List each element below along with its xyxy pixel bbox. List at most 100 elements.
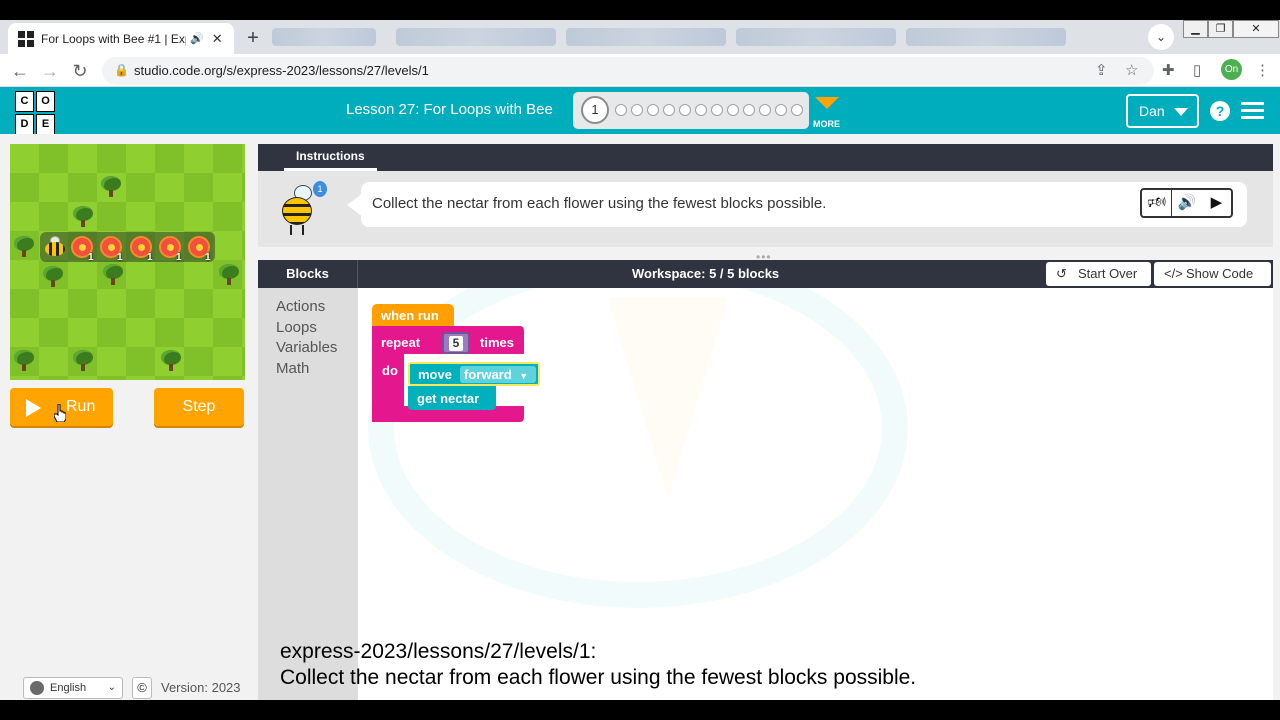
blocks-toolbox: Actions Loops Variables Math (258, 288, 358, 700)
help-button[interactable]: ? (1210, 101, 1230, 121)
code-org-logo[interactable]: C O D E (15, 91, 55, 135)
repeat-label: repeat (381, 335, 421, 350)
flower-nectar-count: 1 (205, 252, 211, 263)
tree-icon (218, 264, 240, 286)
level-dot[interactable] (679, 104, 691, 116)
reload-icon[interactable]: ↻ (68, 59, 92, 83)
speaker-icon[interactable]: 🔊 (1172, 190, 1201, 216)
dropdown-triangle-icon: ▼ (519, 371, 529, 381)
user-menu-button[interactable]: Dan (1126, 94, 1199, 128)
lesson-title[interactable]: Lesson 27: For Loops with Bee (346, 101, 553, 118)
tree-icon (102, 264, 124, 286)
show-code-button[interactable]: </> Show Code (1154, 262, 1271, 286)
hint-lightbulb-badge[interactable]: 1 (313, 181, 327, 197)
times-label: times (480, 335, 514, 350)
level-main-area: 1 1 1 1 1 Run Step English ⌄ © Version: … (0, 134, 1280, 700)
tab-instructions[interactable]: Instructions (284, 144, 377, 171)
direction-dropdown[interactable]: forward ▼ (460, 366, 536, 383)
browser-tab-blurred[interactable] (906, 28, 1066, 46)
when-run-label: when run (381, 308, 439, 323)
get-nectar-label: get nectar (417, 391, 480, 406)
more-chevron-icon[interactable] (815, 97, 839, 109)
new-tab-button[interactable]: + (240, 26, 266, 52)
bookmark-star-icon[interactable]: ☆ (1125, 61, 1138, 79)
tree-icon (72, 350, 94, 372)
side-panel-icon[interactable]: ▯ (1193, 61, 1201, 79)
speaker-icon[interactable]: 🔊 (190, 32, 204, 45)
play-audio-icon[interactable]: ▶ (1202, 190, 1231, 216)
level-bubble-current[interactable]: 1 (581, 96, 609, 124)
code-brackets-icon: </> (1164, 266, 1183, 281)
move-forward-block[interactable]: move forward ▼ (408, 362, 540, 386)
close-window-icon[interactable]: ✕ (1233, 20, 1279, 38)
flower-nectar-count: 1 (176, 252, 182, 263)
show-code-label: Show Code (1186, 266, 1254, 281)
address-bar[interactable]: 🔒 studio.code.org/s/express-2023/lessons… (102, 57, 1154, 85)
close-tab-icon[interactable]: ✕ (212, 31, 223, 47)
level-dot[interactable] (759, 104, 771, 116)
caption-line-1: express-2023/lessons/27/levels/1: (280, 640, 597, 663)
level-dot[interactable] (743, 104, 755, 116)
do-label: do (382, 363, 398, 378)
tab-search-chevron-icon[interactable]: ⌄ (1148, 24, 1174, 50)
browser-menu-kebab-icon[interactable]: ⋮ (1255, 61, 1270, 79)
logo-letter: O (36, 91, 55, 112)
level-dot[interactable] (695, 104, 707, 116)
tree-icon (160, 350, 182, 372)
level-dot[interactable] (727, 104, 739, 116)
extensions-puzzle-icon[interactable]: ✚ (1162, 61, 1175, 79)
browser-toolbar: ← → ↻ 🔒 studio.code.org/s/express-2023/l… (0, 54, 1280, 87)
instructions-header: Instructions (258, 144, 1273, 171)
workspace-header: Blocks Workspace: 5 / 5 blocks ↺ Start O… (258, 260, 1273, 288)
get-nectar-block[interactable]: get nectar (408, 386, 496, 410)
copyright-button[interactable]: © (132, 677, 152, 699)
bottom-letterbox (0, 700, 1280, 720)
toolbox-header: Blocks (258, 260, 358, 288)
forward-arrow-icon[interactable]: → (38, 59, 62, 83)
more-label[interactable]: MORE (813, 119, 840, 129)
site-header: C O D E Lesson 27: For Loops with Bee 1 (0, 87, 1280, 135)
level-dot[interactable] (647, 104, 659, 116)
browser-tab-blurred[interactable] (736, 28, 896, 46)
level-dot[interactable] (631, 104, 643, 116)
window-controls: ▁ ❐ ✕ (1183, 20, 1279, 38)
code-org-favicon-icon (18, 30, 34, 47)
url-text[interactable]: studio.code.org/s/express-2023/lessons/2… (134, 63, 429, 78)
repeat-count-field[interactable]: 5 (442, 332, 470, 354)
level-dot[interactable] (775, 104, 787, 116)
step-button[interactable]: Step (154, 388, 244, 426)
minimize-icon[interactable]: ▁ (1183, 20, 1208, 38)
browser-tab-blurred[interactable] (272, 28, 376, 46)
back-arrow-icon[interactable]: ← (8, 59, 32, 83)
browser-tab-active[interactable]: For Loops with Bee #1 | Expr 🔊 ✕ (8, 23, 234, 54)
share-icon[interactable]: ⇪ (1095, 61, 1108, 79)
profile-avatar[interactable]: On (1221, 59, 1242, 80)
blockly-workspace[interactable]: when run repeat 5 times do move forward … (358, 288, 1273, 700)
level-dot[interactable] (663, 104, 675, 116)
toolbox-category-loops[interactable]: Loops (276, 319, 317, 336)
flower-nectar-count: 1 (147, 252, 153, 263)
instructions-text: Collect the nectar from each flower usin… (372, 195, 827, 212)
language-select[interactable]: English ⌄ (23, 677, 123, 699)
caption-line-2: Collect the nectar from each flower usin… (280, 666, 917, 689)
toolbox-category-math[interactable]: Math (276, 360, 309, 377)
browser-tab-blurred[interactable] (396, 28, 556, 46)
level-dot[interactable] (615, 104, 627, 116)
level-dot[interactable] (711, 104, 723, 116)
restore-icon[interactable]: ❐ (1208, 20, 1233, 38)
chevron-down-icon: ⌄ (107, 682, 116, 693)
lock-icon[interactable]: 🔒 (114, 63, 129, 77)
mute-speaker-icon[interactable]: 🕬 (1142, 190, 1171, 216)
start-over-button[interactable]: ↺ Start Over (1046, 262, 1151, 286)
bee-character-icon[interactable] (280, 185, 318, 235)
user-name: Dan (1139, 103, 1165, 119)
toolbox-category-variables[interactable]: Variables (276, 339, 337, 356)
tree-icon (42, 266, 64, 288)
when-run-block[interactable]: when run (372, 304, 454, 326)
hamburger-menu-icon[interactable] (1241, 102, 1264, 120)
toolbox-category-actions[interactable]: Actions (276, 298, 325, 315)
direction-value: forward (464, 367, 512, 382)
lightning-watermark (608, 298, 728, 498)
browser-tab-blurred[interactable] (566, 28, 726, 46)
level-dot[interactable] (791, 104, 803, 116)
